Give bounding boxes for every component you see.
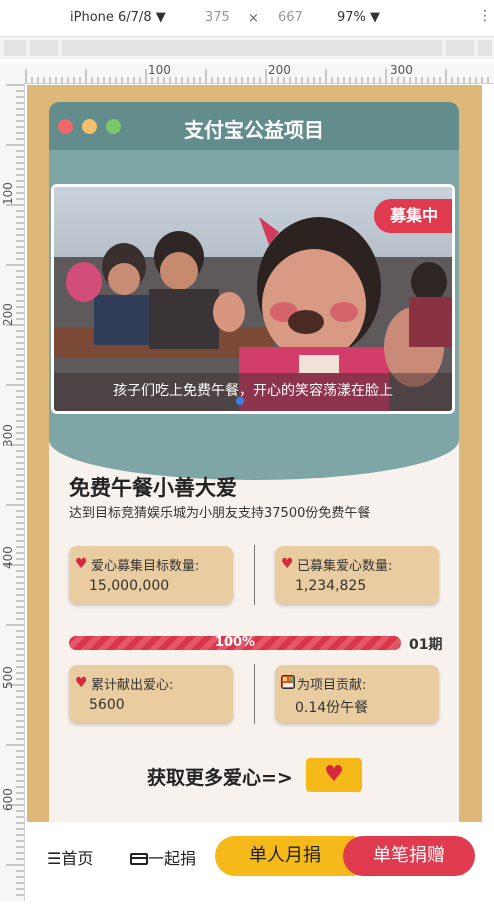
media-query-segment[interactable] bbox=[30, 40, 58, 56]
period-label: 01期 bbox=[409, 637, 443, 653]
stat-contributed-love: ♥ 累计献出爱心: 5600 bbox=[69, 665, 233, 723]
lunchbox-icon-svg bbox=[281, 675, 295, 689]
horizontal-ruler: 100 200 300 bbox=[24, 63, 494, 84]
stat-value: 0.14份午餐 bbox=[295, 700, 369, 716]
stat-target-count: ♥ 爱心募集目标数量: 15,000,000 bbox=[69, 546, 233, 604]
project-banner[interactable]: 募集中 孩子们吃上免费午餐，开心的笑容荡漾在脸上 bbox=[51, 184, 455, 414]
ruler-corner bbox=[0, 63, 24, 83]
fundraising-status-badge: 募集中 bbox=[374, 199, 452, 233]
single-donation-button[interactable]: 单笔捐赠 bbox=[343, 836, 475, 876]
tab-home-label: 首页 bbox=[61, 849, 94, 868]
ruler-label-300: 300 bbox=[390, 63, 413, 77]
media-query-segment[interactable] bbox=[62, 40, 442, 56]
zoom-select[interactable]: 97% ▼ bbox=[337, 10, 380, 25]
monthly-donation-button[interactable]: 单人月捐 bbox=[215, 836, 355, 876]
height-field[interactable]: 667 bbox=[278, 10, 303, 25]
width-field[interactable]: 375 bbox=[205, 10, 230, 25]
stat-value: 15,000,000 bbox=[89, 578, 170, 594]
vertical-ruler-ticks: 100 200 300 400 500 600 bbox=[1, 84, 24, 896]
title-bar: 支付宝公益项目 bbox=[49, 102, 459, 150]
stat-value: 5600 bbox=[89, 697, 125, 713]
card-icon bbox=[130, 853, 148, 865]
tab-donate-together[interactable]: 一起捐 bbox=[130, 845, 196, 869]
horizontal-ruler-ticks: 100 200 300 bbox=[25, 63, 489, 83]
stat-label: 爱心募集目标数量: bbox=[91, 559, 200, 574]
stat-label: 已募集爱心数量: bbox=[297, 559, 393, 574]
stat-value: 1,234,825 bbox=[295, 578, 367, 594]
heart-icon: ♥ bbox=[281, 556, 294, 572]
banner-caption: 孩子们吃上免费午餐，开心的笑容荡漾在脸上 bbox=[54, 373, 452, 411]
heart-icon: ♥ bbox=[75, 556, 88, 572]
vruler-label-300: 300 bbox=[1, 424, 15, 447]
media-query-bar[interactable] bbox=[0, 37, 494, 59]
media-query-segment[interactable] bbox=[478, 40, 492, 56]
ruler-label-100: 100 bbox=[148, 63, 171, 77]
media-query-segment[interactable] bbox=[446, 40, 474, 56]
stat-divider bbox=[254, 664, 255, 724]
lunchbox-icon bbox=[281, 675, 295, 693]
phone-viewport: 支付宝公益项目 募集中 孩子们吃上免费午餐，开心的笑容荡漾在脸上 免费午餐小善大… bbox=[27, 85, 482, 901]
page-title: 支付宝公益项目 bbox=[184, 118, 324, 142]
dimension-separator: × bbox=[248, 11, 259, 26]
stat-raised-count: ♥ 已募集爱心数量: 1,234,825 bbox=[275, 546, 439, 604]
carousel-indicator[interactable] bbox=[236, 397, 244, 405]
stat-divider bbox=[254, 545, 255, 605]
project-card: 支付宝公益项目 募集中 孩子们吃上免费午餐，开心的笑容荡漾在脸上 免费午餐小善大… bbox=[49, 102, 459, 842]
menu-icon: ☰ bbox=[47, 849, 62, 868]
heart-icon: ♥ bbox=[75, 675, 88, 691]
tab-together-label: 一起捐 bbox=[148, 849, 197, 868]
vruler-label-100: 100 bbox=[1, 182, 15, 205]
stat-label: 累计献出爱心: bbox=[91, 678, 174, 693]
vruler-label-200: 200 bbox=[1, 303, 15, 326]
vertical-ruler: 100 200 300 400 500 600 bbox=[0, 83, 25, 901]
progress-percent: 100% bbox=[214, 635, 256, 650]
vruler-label-400: 400 bbox=[1, 546, 15, 569]
project-subtitle: 达到目标竞猜娱乐城为小朋友支持37500份免费午餐 bbox=[69, 506, 371, 521]
progress-bar: 100% bbox=[69, 636, 401, 650]
bottom-tab-bar: ☰首页 一起捐 单人月捐 单笔捐赠 bbox=[27, 822, 482, 901]
tab-home[interactable]: ☰首页 bbox=[47, 845, 93, 869]
more-options-icon[interactable]: ⋮ bbox=[478, 8, 492, 24]
stat-project-contribution: 为项目贡献: 0.14份午餐 bbox=[275, 665, 439, 723]
get-love-button[interactable]: ♥ bbox=[306, 758, 362, 792]
get-more-love-label: 获取更多爱心=> bbox=[147, 767, 293, 789]
vruler-label-600: 600 bbox=[1, 788, 15, 811]
media-query-segment[interactable] bbox=[4, 40, 26, 56]
ruler-label-200: 200 bbox=[268, 63, 291, 77]
stat-label: 为项目贡献: bbox=[297, 678, 367, 693]
devtools-toolbar: iPhone 6/7/8 ▼ 375 × 667 97% ▼ ⋮ bbox=[0, 0, 494, 37]
project-title: 免费午餐小善大爱 bbox=[69, 476, 237, 500]
vruler-label-500: 500 bbox=[1, 666, 15, 689]
device-select[interactable]: iPhone 6/7/8 ▼ bbox=[70, 10, 166, 25]
